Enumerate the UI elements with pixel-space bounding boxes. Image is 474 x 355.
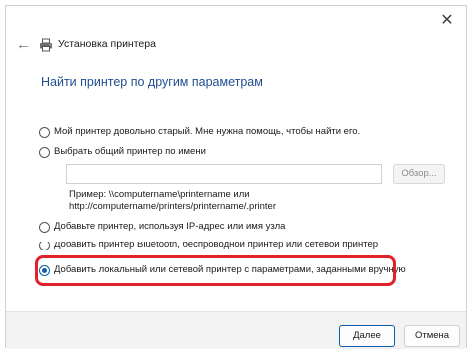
option-bluetooth-wireless-label: Добавить принтер Bluetooth, беспроводной…	[54, 242, 379, 250]
printer-setup-window: ✕ ← Установка принтера Найти принтер по …	[5, 5, 467, 349]
option-ip-address-label: Добавьте принтер, используя IP-адрес или…	[54, 221, 286, 232]
dialog-footer: Далее Отмена	[6, 311, 466, 349]
radio-bluetooth-wireless[interactable]	[39, 242, 50, 250]
option-bluetooth-wireless[interactable]: Добавить принтер Bluetooth, беспроводной…	[39, 242, 389, 250]
option-shared-printer-label: Выбрать общий принтер по имени	[54, 146, 206, 157]
example-line-2: http://computername/printers/printername…	[69, 201, 276, 212]
radio-old-printer[interactable]	[39, 127, 50, 138]
title-bar: ← Установка принтера	[6, 34, 466, 58]
radio-shared-printer[interactable]	[39, 147, 50, 158]
page-heading: Найти принтер по другим параметрам	[41, 75, 263, 89]
browse-button[interactable]: Обзор...	[393, 164, 445, 184]
window-title: Установка принтера	[58, 38, 156, 50]
close-icon[interactable]: ✕	[434, 10, 460, 32]
printer-name-input[interactable]	[66, 164, 382, 184]
option-old-printer-label: Мой принтер довольно старый. Мне нужна п…	[54, 126, 361, 137]
cancel-button[interactable]: Отмена	[404, 325, 460, 347]
radio-ip-address[interactable]	[39, 222, 50, 233]
back-arrow-icon[interactable]: ←	[16, 36, 32, 54]
example-line-1: Пример: \\computername\printername или	[69, 189, 250, 200]
next-button[interactable]: Далее	[339, 325, 395, 347]
printer-icon	[40, 38, 52, 52]
highlight-frame	[35, 255, 396, 286]
